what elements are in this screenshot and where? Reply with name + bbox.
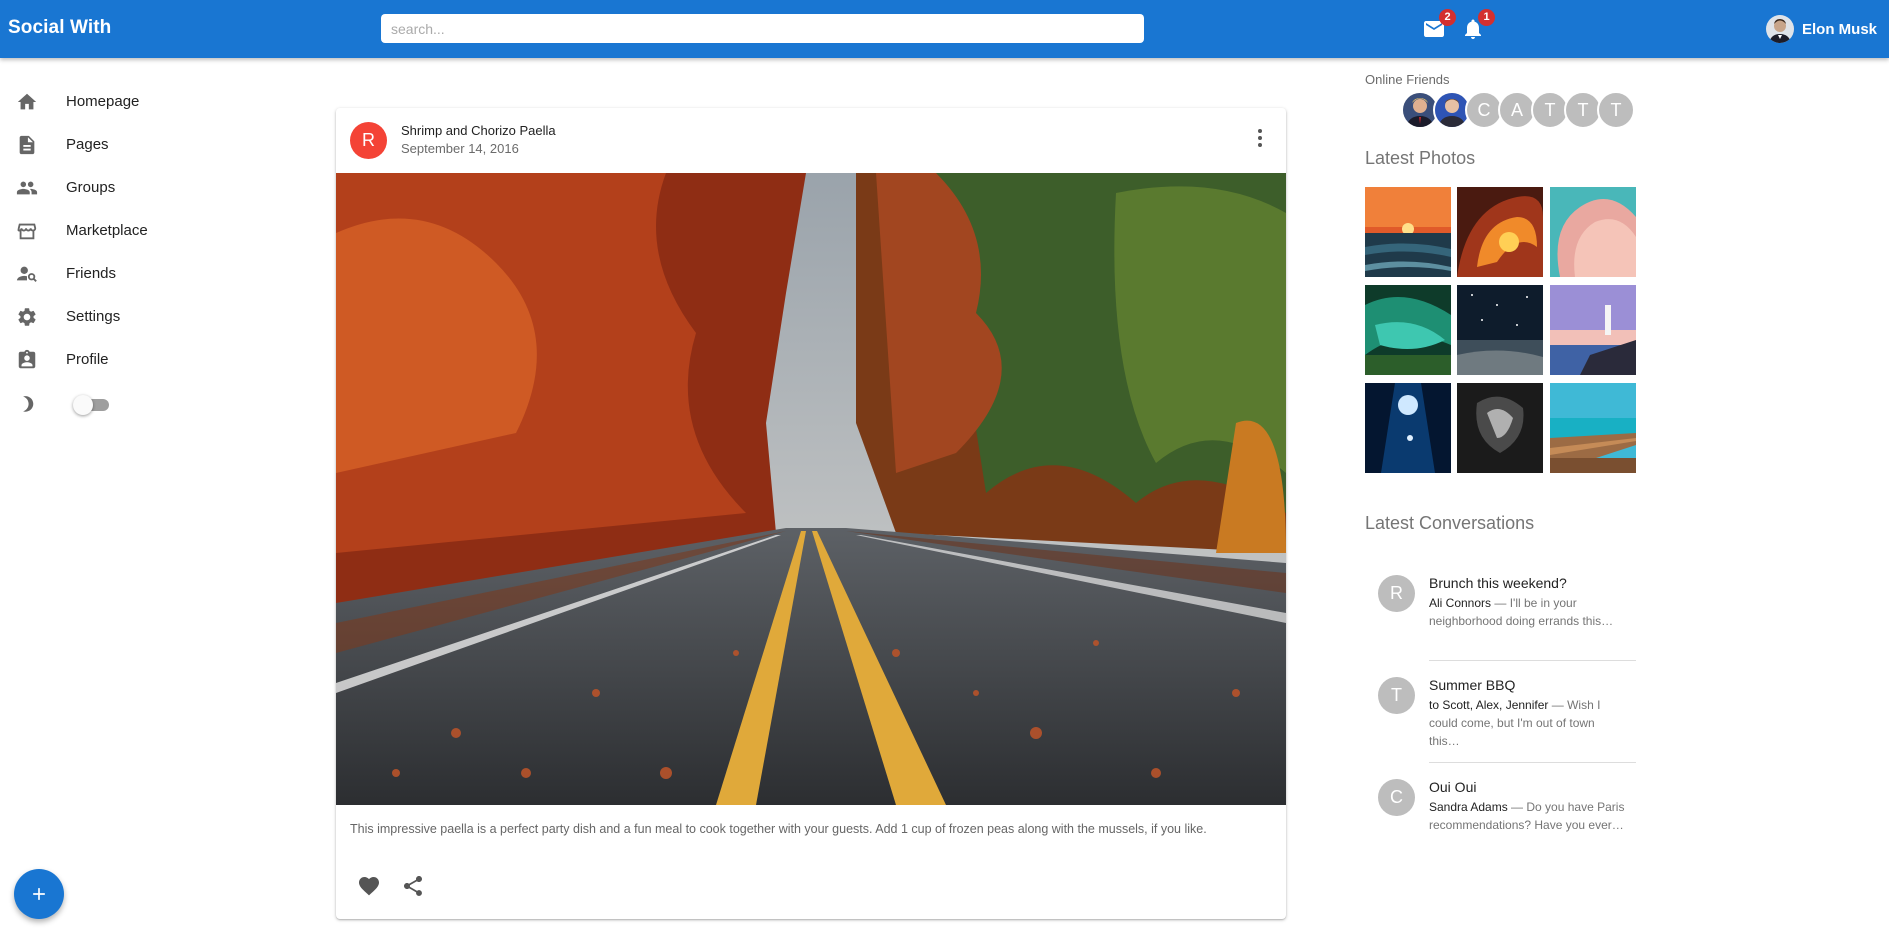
- post-avatar: R: [350, 122, 387, 159]
- photo-thumbnail[interactable]: [1365, 285, 1451, 375]
- divider: [1429, 660, 1636, 661]
- gear-icon: [18, 307, 36, 326]
- conversation-avatar: T: [1378, 677, 1415, 714]
- sidebar-item-profile[interactable]: Profile: [0, 338, 250, 381]
- sidebar-item-label: Pages: [66, 136, 109, 153]
- favorite-icon[interactable]: [357, 874, 381, 898]
- sidebar-item-groups[interactable]: Groups: [0, 166, 250, 209]
- article-icon: [19, 135, 35, 154]
- add-icon: [33, 888, 45, 900]
- sidebar-item-label: Groups: [66, 179, 116, 196]
- sidebar-item-marketplace[interactable]: Marketplace: [0, 209, 250, 252]
- photo-thumbnail[interactable]: [1457, 383, 1543, 473]
- sidebar-item-label: Marketplace: [66, 222, 148, 239]
- sidebar-item-friends[interactable]: Friends: [0, 252, 250, 295]
- online-friends-title: Online Friends: [1365, 72, 1450, 87]
- conversation-preview: Sandra Adams — Do you have Paris recomme…: [1429, 800, 1625, 832]
- photo-thumbnail[interactable]: [1457, 187, 1543, 277]
- share-icon[interactable]: [401, 874, 425, 898]
- sidebar: Homepage Pages Groups Marketplace Friend…: [0, 80, 250, 429]
- conversation-preview: Ali Connors — I'll be in your neighborho…: [1429, 596, 1614, 628]
- photo-thumbnail[interactable]: [1365, 383, 1451, 473]
- user-avatar: [1766, 15, 1794, 43]
- latest-conversations-title: Latest Conversations: [1365, 513, 1535, 533]
- moon-icon: [23, 396, 34, 412]
- post-header: R Shrimp and Chorizo Paella September 14…: [336, 108, 1286, 173]
- post-text: This impressive paella is a perfect part…: [350, 822, 1207, 836]
- conversation-avatar: C: [1378, 779, 1415, 816]
- notification-count-badge: 1: [1478, 9, 1495, 26]
- user-name: Elon Musk: [1802, 20, 1878, 38]
- mail-count-badge: 2: [1439, 9, 1456, 26]
- friend-avatar[interactable]: T: [1597, 91, 1635, 129]
- mail-button[interactable]: 2: [1422, 9, 1456, 41]
- photo-thumbnail[interactable]: [1365, 187, 1451, 277]
- conversation-subject: Summer BBQ: [1429, 677, 1516, 693]
- conversation-subject: Oui Oui: [1429, 779, 1477, 795]
- notifications-button[interactable]: 1: [1461, 9, 1495, 41]
- post-title: Shrimp and Chorizo Paella: [401, 123, 556, 138]
- app-bar: Social With 2 1 Elon Musk: [0, 0, 1889, 58]
- sidebar-item-label: Friends: [66, 265, 117, 282]
- theme-toggle-row: [0, 381, 250, 429]
- conversation-item[interactable]: C Oui Oui Sandra Adams — Do you have Par…: [1378, 779, 1636, 869]
- dark-mode-switch[interactable]: [73, 395, 109, 415]
- search-input[interactable]: [381, 14, 1144, 43]
- post-card: R Shrimp and Chorizo Paella September 14…: [336, 108, 1286, 919]
- badge-icon: [18, 349, 36, 368]
- conversation-item[interactable]: T Summer BBQ to Scott, Alex, Jennifer — …: [1378, 677, 1636, 767]
- latest-photos-grid: [1365, 187, 1636, 473]
- photo-thumbnail[interactable]: [1550, 187, 1636, 277]
- sidebar-item-settings[interactable]: Settings: [0, 295, 250, 338]
- user-menu[interactable]: Elon Musk: [1766, 15, 1877, 43]
- latest-photos-title: Latest Photos: [1365, 148, 1476, 168]
- conversation-subject: Brunch this weekend?: [1429, 575, 1567, 591]
- group-icon: [16, 181, 38, 194]
- brand-logo[interactable]: Social With: [8, 17, 111, 39]
- conversation-item[interactable]: R Brunch this weekend? Ali Connors — I'l…: [1378, 575, 1636, 665]
- photo-thumbnail[interactable]: [1550, 285, 1636, 375]
- photo-thumbnail[interactable]: [1550, 383, 1636, 473]
- sidebar-item-label: Settings: [66, 308, 121, 325]
- sidebar-item-label: Homepage: [66, 93, 140, 110]
- conversation-avatar: R: [1378, 575, 1415, 612]
- sidebar-item-label: Profile: [66, 351, 109, 368]
- sidebar-item-homepage[interactable]: Homepage: [0, 80, 250, 123]
- add-post-button[interactable]: [14, 869, 64, 919]
- photo-thumbnail[interactable]: [1457, 285, 1543, 375]
- conversation-preview: to Scott, Alex, Jennifer — Wish I could …: [1429, 698, 1601, 748]
- person-search-icon: [16, 266, 37, 282]
- post-image: [336, 173, 1286, 805]
- more-vert-icon[interactable]: [1248, 126, 1272, 150]
- home-icon: [17, 93, 37, 109]
- storefront-icon: [17, 223, 37, 239]
- divider: [1429, 762, 1636, 763]
- post-date: September 14, 2016: [401, 141, 519, 156]
- sidebar-item-pages[interactable]: Pages: [0, 123, 250, 166]
